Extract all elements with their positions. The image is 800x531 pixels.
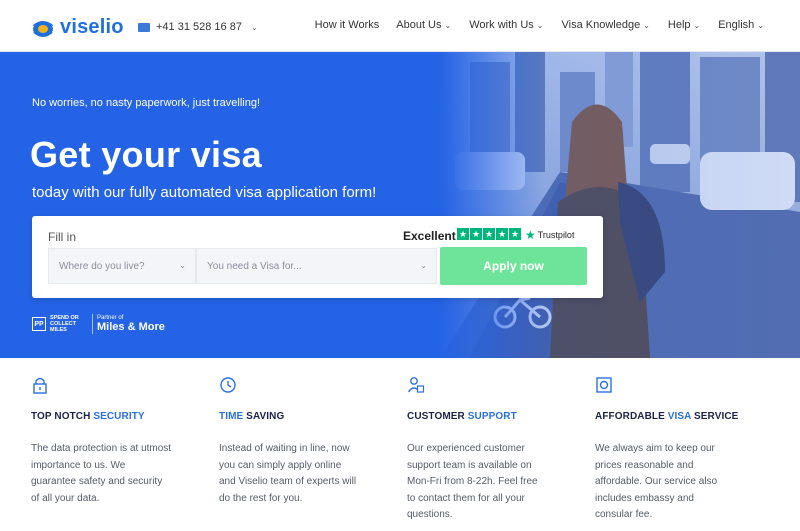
chevron-down-icon: ⌄: [444, 20, 452, 30]
title-accent: SECURITY: [93, 411, 145, 422]
star-icon: ★: [509, 228, 521, 240]
residence-select[interactable]: Where do you live? ⌄: [48, 248, 196, 284]
support-icon: [407, 377, 425, 393]
chevron-down-icon: ⌄: [420, 261, 427, 270]
chevron-down-icon: ⌄: [250, 22, 258, 32]
trustpilot-label: Trustpilot: [537, 230, 575, 240]
logo-mark-icon: [33, 21, 53, 37]
money-icon: [596, 377, 612, 393]
star-icon: ★: [457, 228, 469, 240]
trustpilot-stars: ★ ★ ★ ★ ★: [457, 228, 521, 240]
feature-text: We always aim to keep our prices reasona…: [595, 443, 718, 520]
residence-select-placeholder: Where do you live?: [59, 260, 145, 272]
hero-subhead: today with our fully automated visa appl…: [32, 184, 377, 201]
hero-headline: Get your visa: [30, 134, 262, 175]
menu-item-how-it-works[interactable]: How it Works: [315, 19, 380, 31]
menu-item-visa-knowledge[interactable]: Visa Knowledge ⌄: [562, 19, 650, 31]
miles-more-brand: Miles & More: [97, 321, 165, 333]
menu-label: Work with Us: [469, 19, 534, 31]
lock-icon: [33, 377, 47, 394]
menu-item-language[interactable]: English ⌄: [718, 19, 764, 31]
feature-customer-support: CUSTOMER SUPPORT Our experienced custome…: [407, 376, 567, 524]
feature-text: The data protection is at utmost importa…: [31, 443, 172, 504]
trustpilot-star-icon: ★: [525, 228, 536, 242]
miles-and-more-partner: PP SPEND OR COLLECT MILES Partner of Mil…: [32, 314, 165, 334]
feature-affordable: AFFORDABLE VISA SERVICE We always aim to…: [595, 376, 755, 524]
feature-security: TOP NOTCH SECURITY The data protection i…: [31, 376, 191, 507]
logo-text: viselio: [60, 15, 124, 38]
chevron-down-icon: ⌄: [536, 20, 544, 30]
menu-label: Help: [667, 19, 691, 31]
feature-title: TIME SAVING: [219, 411, 379, 422]
chevron-down-icon: ⌄: [757, 20, 764, 30]
feature-time-saving: TIME SAVING Instead of waiting in line, …: [219, 376, 379, 507]
rating-text: Excellent: [403, 229, 456, 243]
title-plain: AFFORDABLE: [595, 411, 668, 422]
menu-label: English: [718, 19, 755, 31]
fill-in-label: Fill in: [48, 230, 77, 244]
title-accent: TIME: [219, 411, 244, 422]
logo[interactable]: viselio: [30, 14, 124, 40]
title-accent: VISA: [667, 411, 692, 422]
feature-text: Instead of waiting in line, now you can …: [219, 443, 357, 504]
clock-icon: [220, 377, 236, 393]
features-section: TOP NOTCH SECURITY The data protection i…: [0, 358, 800, 531]
visa-select-placeholder: You need a Visa for...: [207, 260, 302, 272]
trustpilot-logo[interactable]: ★ Trustpilot: [525, 228, 574, 242]
chevron-down-icon: ⌄: [643, 20, 650, 30]
collect-line: COLLECT MILES: [50, 321, 76, 333]
apply-now-button[interactable]: Apply now: [440, 247, 587, 285]
title-plain: TOP NOTCH: [31, 411, 94, 422]
feature-text: Our experienced customer support team is…: [407, 443, 538, 520]
main-menu: How it Works About Us ⌄ Work with Us ⌄ Vis…: [315, 19, 764, 31]
partner-divider: [92, 314, 93, 334]
menu-label: How it Works: [314, 19, 380, 31]
feature-title: TOP NOTCH SECURITY: [31, 411, 191, 422]
title-tail: SERVICE: [691, 411, 739, 422]
phone-number: +41 31 528 16 87: [156, 21, 242, 33]
flag-icon: [138, 22, 150, 32]
title-plain: CUSTOMER: [407, 411, 468, 422]
feature-title: AFFORDABLE VISA SERVICE: [595, 411, 755, 422]
top-nav: viselio +41 31 528 16 87 ⌄ How it Works …: [0, 0, 800, 52]
menu-label: About Us: [396, 19, 442, 31]
menu-item-help[interactable]: Help ⌄: [668, 19, 700, 31]
visa-destination-select[interactable]: You need a Visa for... ⌄: [196, 248, 437, 284]
feature-title: CUSTOMER SUPPORT: [407, 411, 567, 422]
menu-item-work-with-us[interactable]: Work with Us ⌄: [469, 19, 543, 31]
chevron-down-icon: ⌄: [693, 20, 701, 30]
visa-form-card: Fill in Excellent ★ ★ ★ ★ ★ ★ Trustpilot…: [32, 216, 603, 298]
menu-label: Visa Knowledge: [561, 19, 641, 31]
title-accent: SUPPORT: [467, 411, 517, 422]
star-icon: ★: [470, 228, 482, 240]
star-icon: ★: [483, 228, 495, 240]
hero-section: No worries, no nasty paperwork, just tra…: [0, 52, 800, 358]
partner-of-block: Partner of Miles & More: [97, 315, 165, 333]
chevron-down-icon: ⌄: [179, 261, 186, 270]
menu-item-about-us[interactable]: About Us ⌄: [396, 19, 451, 31]
star-icon: ★: [496, 228, 508, 240]
pp-logo: PP: [32, 317, 46, 331]
hero-tagline: No worries, no nasty paperwork, just tra…: [32, 97, 261, 109]
title-tail: SAVING: [243, 411, 285, 422]
spend-collect-text: SPEND OR COLLECT MILES: [50, 315, 88, 333]
phone-selector[interactable]: +41 31 528 16 87 ⌄: [138, 21, 258, 33]
